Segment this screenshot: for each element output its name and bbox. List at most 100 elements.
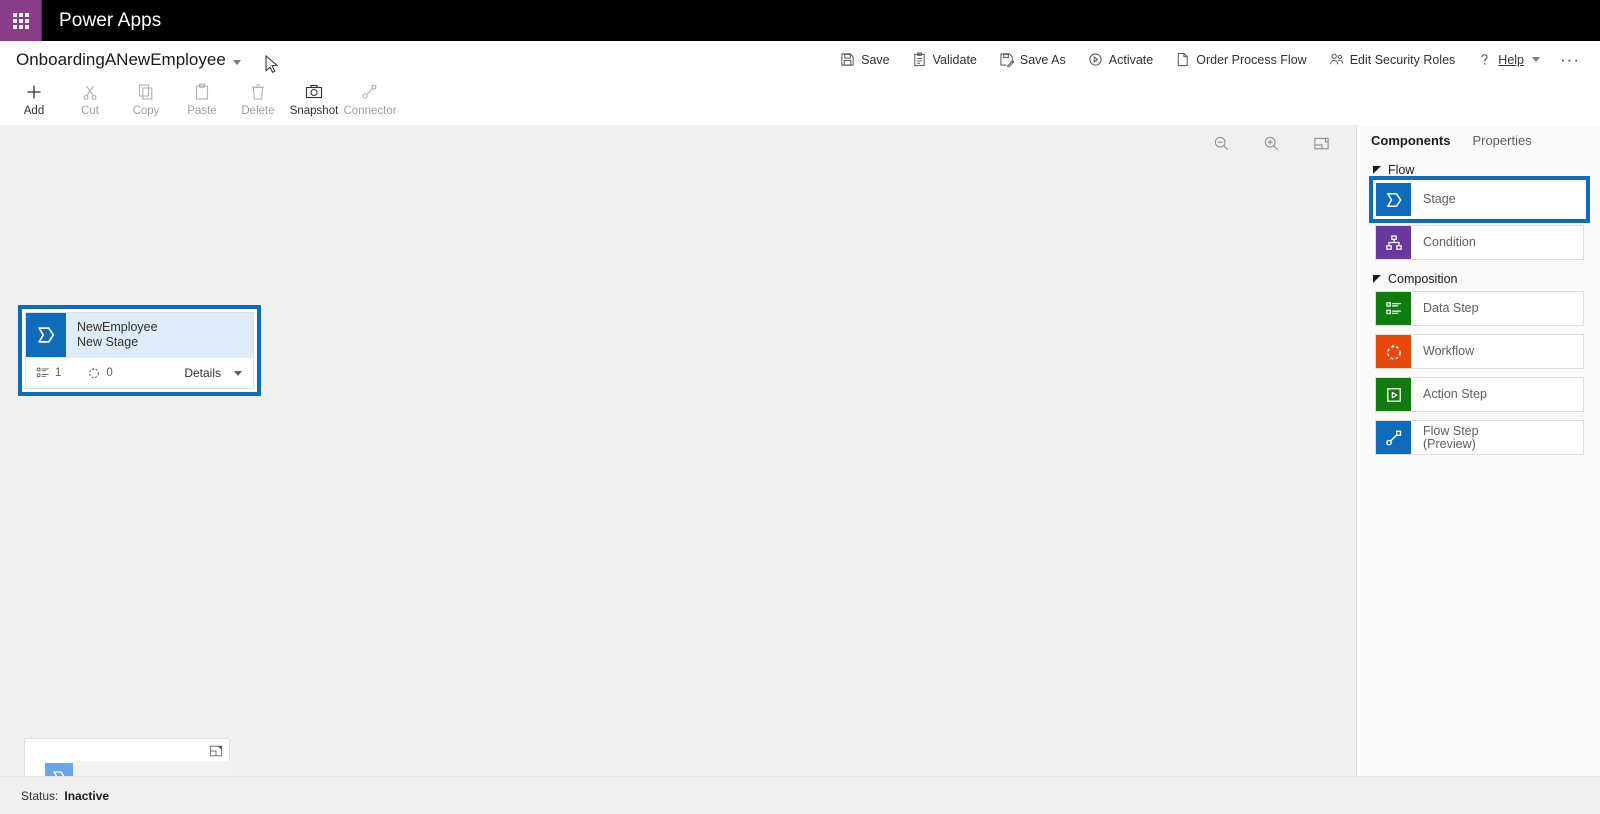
canvas-minimap[interactable]: [24, 738, 230, 776]
steps-count-group: 1: [36, 366, 61, 380]
component-item-condition[interactable]: Condition: [1375, 225, 1584, 260]
workflow-dashed-circle-icon: [1376, 335, 1411, 368]
delete-label: Delete: [241, 105, 275, 117]
cut-button[interactable]: Cut: [62, 78, 118, 125]
stage-chevron-icon: [26, 313, 66, 357]
data-step-list-icon: [1376, 292, 1411, 325]
zoom-in-button[interactable]: [1258, 130, 1284, 156]
tab-components[interactable]: Components: [1371, 133, 1450, 151]
activate-button[interactable]: Activate: [1077, 44, 1164, 76]
component-item-workflow[interactable]: Workflow: [1375, 334, 1584, 369]
group-header-composition[interactable]: Composition: [1357, 260, 1600, 291]
component-label-condition: Condition: [1423, 235, 1476, 249]
copy-label: Copy: [132, 105, 160, 117]
plus-icon: [24, 82, 44, 102]
zoom-in-icon: [1264, 136, 1278, 150]
tab-properties[interactable]: Properties: [1472, 133, 1531, 151]
minimap-viewport[interactable]: [65, 761, 230, 776]
stage-entity-name: NewEmployee: [77, 320, 158, 334]
component-item-flow-step[interactable]: Flow Step (Preview): [1375, 420, 1584, 455]
app-header: Power Apps: [0, 0, 1600, 41]
steps-count: 1: [55, 367, 62, 379]
component-item-action-step[interactable]: Action Step: [1375, 377, 1584, 412]
flow-name-dropdown[interactable]: OnboardingANewEmployee: [0, 50, 241, 70]
workflow-dashed-circle-icon: [89, 367, 100, 379]
order-process-flow-button[interactable]: Order Process Flow: [1164, 44, 1317, 76]
minimap-collapse-button[interactable]: [209, 744, 223, 758]
stage-card-footer: 1 0 Details: [26, 357, 253, 388]
connector-icon: [360, 82, 380, 102]
order-process-flow-page-icon: [1175, 52, 1190, 67]
delete-button[interactable]: Delete: [230, 78, 286, 125]
stage-chevron-icon: [1376, 183, 1411, 216]
stage-chevron-icon: [53, 771, 65, 776]
workflow-count-group: 0: [87, 366, 113, 380]
status-value: Inactive: [64, 788, 110, 803]
fit-to-screen-button[interactable]: [1308, 130, 1334, 156]
connector-button[interactable]: Connector: [342, 78, 398, 125]
group-title-composition: Composition: [1388, 272, 1458, 286]
save-label: Save: [861, 52, 890, 67]
component-label-action-step: Action Step: [1423, 387, 1487, 401]
paste-icon: [192, 82, 212, 102]
action-step-play-icon: [1376, 378, 1411, 411]
add-label: Add: [23, 105, 45, 117]
validate-button[interactable]: Validate: [901, 44, 988, 76]
group-header-flow[interactable]: Flow: [1357, 151, 1600, 182]
app-launcher-waffle-icon: [12, 12, 29, 29]
component-label-flow-step: Flow Step (Preview): [1423, 423, 1479, 451]
help-question-icon: [1477, 52, 1492, 67]
data-step-list-icon: [36, 367, 49, 377]
chevron-down-icon: [234, 370, 242, 376]
save-as-button[interactable]: Save As: [988, 44, 1077, 76]
component-item-stage[interactable]: Stage: [1369, 176, 1590, 223]
help-button[interactable]: Help: [1466, 44, 1551, 76]
save-button[interactable]: Save: [829, 44, 901, 76]
edit-security-roles-button[interactable]: Edit Security Roles: [1318, 44, 1467, 76]
security-roles-people-icon: [1329, 52, 1344, 67]
stage-card[interactable]: NewEmployee New Stage 1 0 Details: [25, 312, 254, 389]
chevron-down-icon: [232, 59, 241, 65]
status-label: Status:: [21, 788, 59, 803]
component-label-workflow: Workflow: [1423, 344, 1475, 358]
zoom-out-button[interactable]: [1208, 130, 1234, 156]
activate-label: Activate: [1108, 52, 1154, 67]
order-process-flow-label: Order Process Flow: [1196, 52, 1307, 67]
process-flow-canvas[interactable]: NewEmployee New Stage 1 0 Details: [0, 125, 1356, 776]
chevron-down-icon: [1532, 57, 1541, 62]
flow-step-nodes-icon: [1376, 421, 1411, 454]
workflow-count: 0: [106, 367, 113, 379]
caret-expanded-icon: [1373, 275, 1381, 283]
help-label: Help: [1498, 52, 1525, 67]
connector-label: Connector: [343, 105, 397, 117]
app-launcher-waffle-button[interactable]: [0, 0, 41, 41]
validate-clipboard-icon: [912, 52, 927, 67]
stage-card-header: NewEmployee New Stage: [26, 313, 253, 357]
paste-button[interactable]: Paste: [174, 78, 230, 125]
trash-icon: [248, 82, 268, 102]
cut-label: Cut: [81, 105, 99, 117]
component-list-flow: Stage Condition: [1357, 176, 1600, 260]
minimap-stage-node[interactable]: [45, 763, 73, 776]
save-as-label: Save As: [1019, 52, 1066, 67]
snapshot-button[interactable]: Snapshot: [286, 78, 342, 125]
status-bar: Status: Inactive: [0, 776, 1600, 814]
scissors-icon: [80, 82, 100, 102]
overflow-menu-button[interactable]: ···: [1551, 44, 1589, 76]
add-button[interactable]: Add: [6, 78, 62, 125]
canvas-zoom-toolbar: [1208, 130, 1334, 156]
stage-card-selected[interactable]: NewEmployee New Stage 1 0 Details: [18, 305, 261, 396]
component-item-data-step[interactable]: Data Step: [1375, 291, 1584, 326]
details-toggle-button[interactable]: Details: [184, 366, 242, 380]
details-label: Details: [184, 366, 221, 380]
validate-label: Validate: [932, 52, 977, 67]
command-actions: Save Validate Save As Activate Order Pro: [829, 44, 1600, 76]
save-icon: [840, 52, 855, 67]
panel-tab-bar: Components Properties: [1357, 125, 1600, 151]
zoom-out-icon: [1214, 136, 1228, 150]
edit-security-roles-label: Edit Security Roles: [1349, 52, 1456, 67]
components-panel: Components Properties Flow Stage Conditi…: [1356, 125, 1600, 776]
copy-button[interactable]: Copy: [118, 78, 174, 125]
component-label-stage: Stage: [1423, 192, 1456, 206]
component-label-data-step: Data Step: [1423, 301, 1479, 315]
